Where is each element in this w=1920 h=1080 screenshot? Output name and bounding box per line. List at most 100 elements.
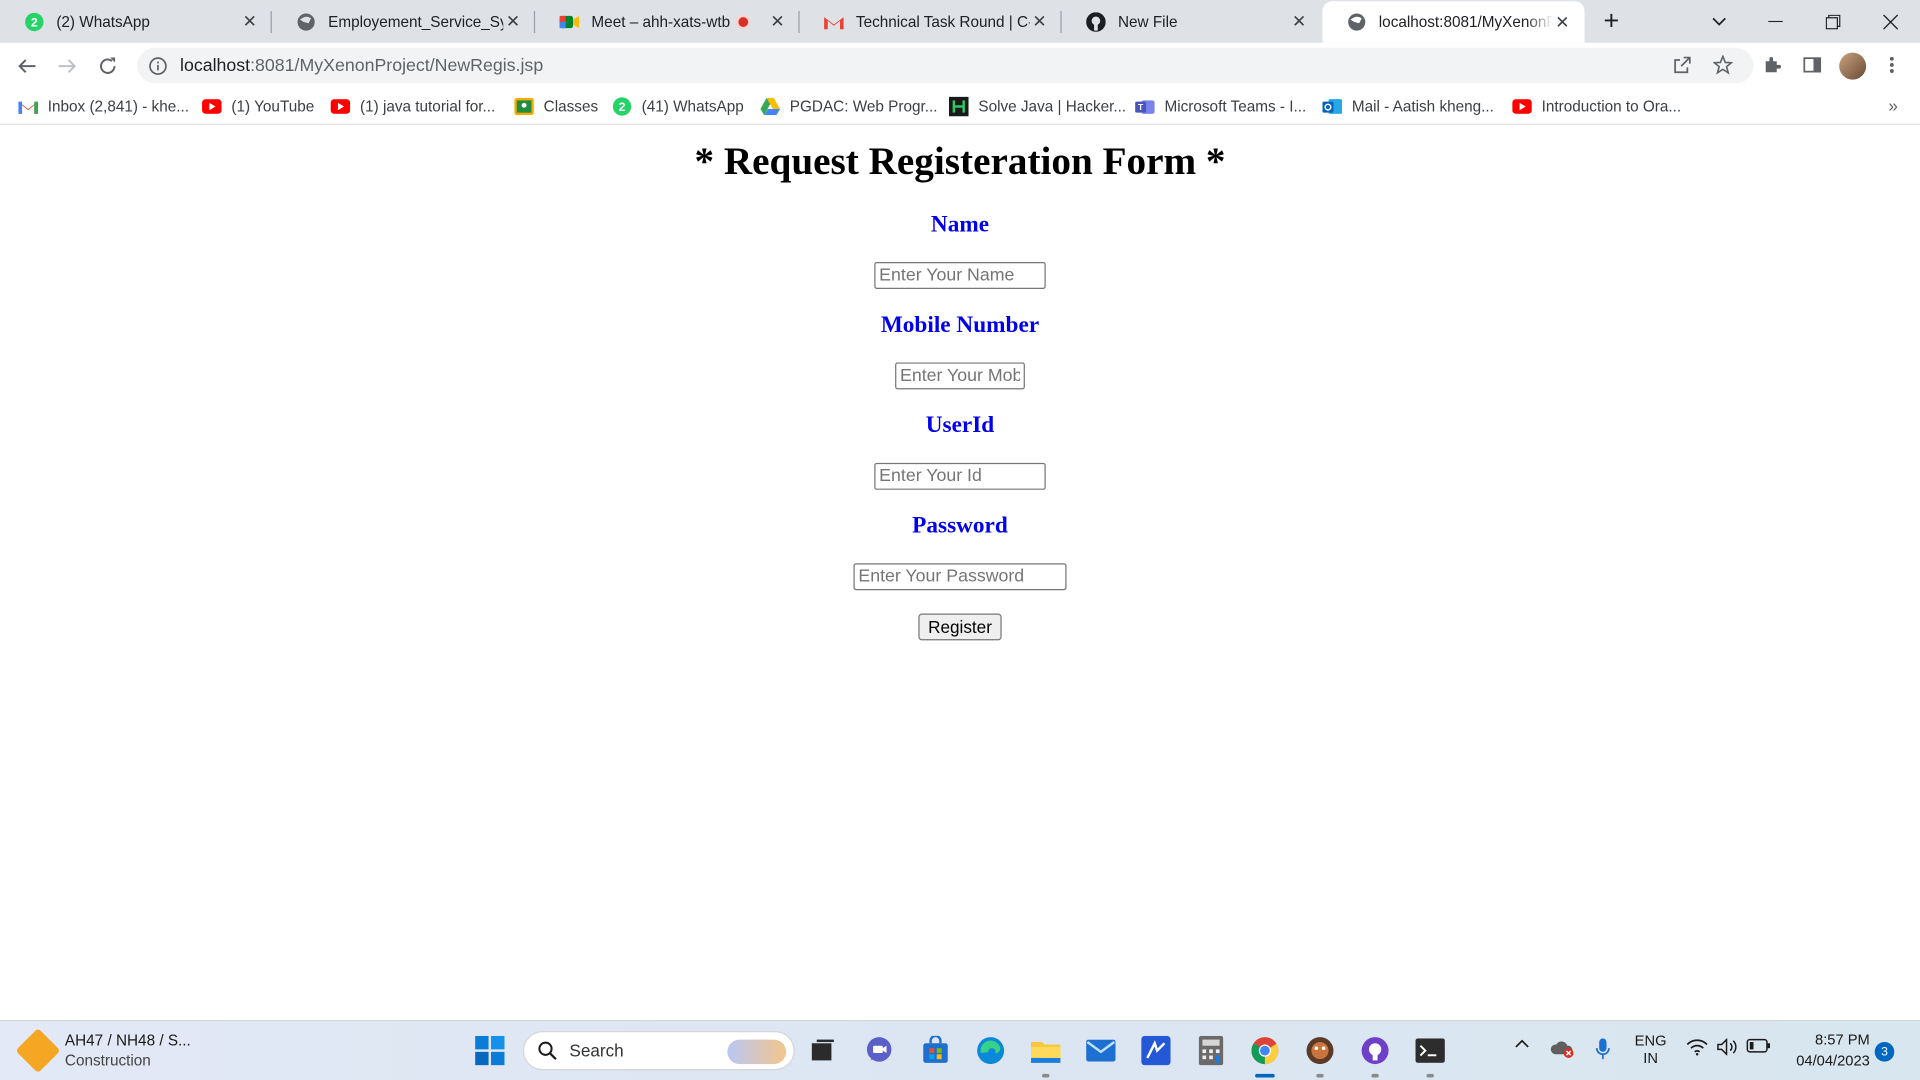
url-text: localhost:8081/MyXenonProject/NewRegis.j… [180,56,543,76]
bookmark-label: (41) WhatsApp [641,97,744,116]
language-code: ENG [1634,1032,1667,1050]
minimize-button[interactable] [1747,0,1803,43]
recording-indicator-icon [735,14,751,29]
profile-avatar[interactable] [1839,52,1867,80]
site-info-icon[interactable] [148,56,168,76]
bookmark-star-icon[interactable] [1711,53,1735,77]
page-content: * Request Registeration Form * Name Mobi… [0,126,1920,1021]
weather-widget[interactable]: AH47 / NH48 / S... Construction [15,1028,191,1074]
bookmark-whatsapp[interactable]: 2 (41) WhatsApp [612,96,744,118]
language-indicator[interactable]: ENG IN [1629,1032,1673,1066]
bookmark-label: Introduction to Ora... [1541,97,1682,116]
globe-icon [1347,12,1367,32]
close-window-button[interactable] [1862,0,1918,43]
clock-date: 04/04/2023 [1796,1051,1870,1069]
microsoft-store-icon[interactable] [920,1035,952,1067]
tab-label: Employement_Service_Syste [328,12,503,31]
svg-text:2: 2 [619,100,626,114]
calculator-icon[interactable] [1195,1035,1227,1067]
extensions-icon[interactable] [1760,53,1784,77]
tab-google-meet[interactable]: Meet – ahh-xats-wtb ✕ [535,0,800,43]
show-hidden-icons-chevron-icon[interactable] [1511,1038,1533,1048]
youtube-icon [1512,97,1532,117]
name-input[interactable] [874,262,1046,289]
close-tab-icon[interactable]: ✕ [503,11,523,32]
bookmarks-overflow-icon[interactable]: » [1888,96,1898,116]
google-classroom-icon [514,97,534,117]
address-bar[interactable]: localhost:8081/MyXenonProject/NewRegis.j… [137,47,1754,84]
github-icon [1086,11,1106,32]
forward-arrow-icon[interactable] [50,49,84,83]
bookmark-intro-oracle[interactable]: Introduction to Ora... [1512,96,1681,118]
tab-label: Technical Task Round | C-DA [855,12,1030,31]
editor-app-icon[interactable] [1140,1035,1172,1067]
tab-search-chevron-icon[interactable] [1691,0,1747,43]
bookmark-gmail-inbox[interactable]: Inbox (2,841) - khe... [18,96,189,118]
windows-start-icon[interactable] [474,1035,506,1067]
svg-text:2: 2 [31,15,38,29]
password-label: Password [912,513,1008,539]
tab-employment-service[interactable]: Employement_Service_Syste ✕ [272,0,536,43]
game-app-icon[interactable] [1304,1035,1336,1078]
search-placeholder: Search [569,1040,624,1061]
bookmark-teams[interactable]: T Microsoft Teams - I... [1135,96,1306,118]
globe-icon [296,12,316,32]
file-explorer-icon[interactable] [1030,1035,1062,1078]
tab-github-new-file[interactable]: New File ✕ [1062,0,1322,43]
url-host: localhost [180,55,251,76]
bookmark-classes[interactable]: Classes [514,96,598,118]
tab-gmail-technical-task[interactable]: Technical Task Round | C-DA ✕ [800,0,1062,43]
browser-window: 2 (2) WhatsApp ✕ Employement_Service_Sys… [0,0,1920,1080]
restore-button[interactable] [1805,0,1861,43]
taskbar-search-box[interactable]: Search [522,1031,795,1071]
microphone-icon[interactable] [1592,1038,1614,1060]
chat-icon[interactable] [863,1035,895,1067]
gmail-icon [824,12,844,32]
tab-localhost-active[interactable]: localhost:8081/MyXenonPr ✕ [1322,1,1585,43]
close-tab-icon[interactable]: ✕ [1289,11,1309,32]
notification-count-badge[interactable]: 3 [1874,1042,1895,1062]
url-path: :8081/MyXenonProject/NewRegis.jsp [250,55,544,76]
wifi-icon[interactable] [1685,1038,1709,1056]
onedrive-error-icon[interactable] [1549,1038,1576,1058]
menu-kebab-icon[interactable] [1880,53,1904,77]
tab-label: New File [1117,12,1178,31]
search-highlight-icon [727,1039,787,1065]
system-clock[interactable]: 8:57 PM 04/04/2023 [1782,1030,1870,1072]
close-tab-icon[interactable]: ✕ [768,11,788,32]
volume-icon[interactable] [1716,1038,1740,1056]
name-label: Name [930,211,990,238]
windows-taskbar: AH47 / NH48 / S... Construction Search E… [0,1020,1920,1080]
bookmark-hackerrank[interactable]: Solve Java | Hacker... [948,96,1126,118]
github-desktop-icon[interactable] [1359,1035,1391,1078]
back-arrow-icon[interactable] [10,49,44,83]
construction-warning-icon [15,1028,61,1074]
share-icon[interactable] [1670,53,1694,77]
close-tab-icon[interactable]: ✕ [1030,11,1050,32]
close-tab-icon[interactable]: ✕ [1553,12,1573,32]
password-input[interactable] [853,563,1067,591]
tab-whatsapp[interactable]: 2 (2) WhatsApp ✕ [0,0,272,43]
bookmarks-bar: Inbox (2,841) - khe... (1) YouTube (1) j… [0,88,1920,125]
chrome-icon[interactable] [1249,1035,1281,1078]
edge-browser-icon[interactable] [975,1035,1007,1067]
userid-input[interactable] [874,462,1046,490]
teams-icon: T [1135,97,1155,117]
side-panel-icon[interactable] [1800,53,1824,77]
close-tab-icon[interactable]: ✕ [240,11,260,32]
bookmark-youtube[interactable]: (1) YouTube [202,96,314,118]
new-tab-button[interactable]: + [1598,7,1625,34]
mobile-number-input[interactable] [895,362,1025,390]
terminal-icon[interactable] [1414,1035,1446,1078]
bookmark-java-tutorial[interactable]: (1) java tutorial for... [330,96,495,118]
bookmark-pgdac[interactable]: PGDAC: Web Progr... [760,96,938,118]
battery-charging-icon[interactable] [1745,1038,1772,1053]
whatsapp-icon: 2 [24,12,44,32]
bookmark-label: Microsoft Teams - I... [1164,97,1307,116]
bookmark-label: (1) YouTube [231,97,315,116]
register-button[interactable]: Register [918,613,1002,641]
mail-icon[interactable] [1085,1035,1117,1067]
bookmark-outlook-mail[interactable]: Mail - Aatish kheng... [1322,96,1494,118]
task-view-icon[interactable] [807,1035,839,1067]
reload-icon[interactable] [91,49,125,83]
